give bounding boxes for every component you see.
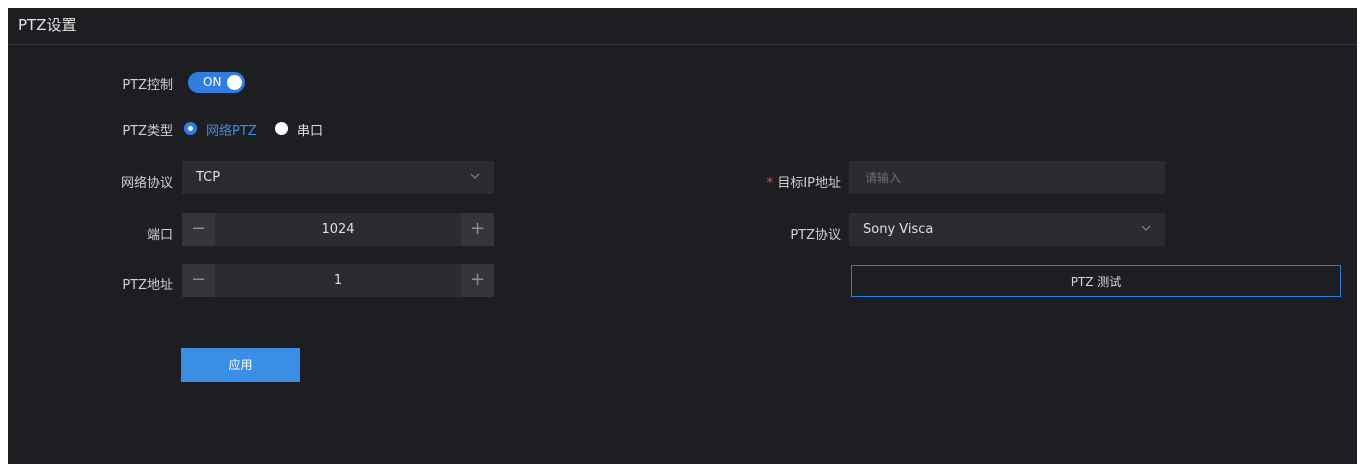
chevron-down-icon bbox=[1141, 225, 1151, 231]
ptz-protocol-label: PTZ协议 bbox=[790, 228, 841, 243]
target-ip-field[interactable] bbox=[849, 161, 1165, 194]
ptz-type-label: PTZ类型 bbox=[122, 124, 173, 139]
required-mark: * bbox=[766, 176, 774, 191]
ptz-address-increment-button[interactable]: + bbox=[461, 264, 494, 297]
radio-network-ptz[interactable] bbox=[184, 122, 197, 135]
radio-network-ptz-label[interactable]: 网络PTZ bbox=[206, 120, 257, 139]
apply-button[interactable]: 应用 bbox=[181, 348, 300, 382]
ptz-protocol-select[interactable]: Sony Visca bbox=[849, 213, 1165, 246]
network-protocol-value: TCP bbox=[196, 170, 221, 185]
ptz-control-toggle[interactable]: ON bbox=[188, 72, 245, 93]
network-protocol-label: 网络协议 bbox=[120, 176, 173, 191]
ptz-address-decrement-button[interactable]: − bbox=[182, 264, 215, 297]
port-label: 端口 bbox=[146, 228, 173, 243]
ptz-settings-panel: PTZ设置 PTZ控制 ON PTZ类型 网络PTZ 串口 网络协议 TCP 端… bbox=[8, 8, 1357, 464]
panel-title: PTZ设置 bbox=[18, 16, 77, 34]
target-ip-input[interactable] bbox=[849, 161, 1165, 194]
network-protocol-select[interactable]: TCP bbox=[182, 161, 494, 194]
port-increment-button[interactable]: + bbox=[461, 213, 494, 246]
chevron-down-icon bbox=[470, 173, 480, 179]
toggle-state-text: ON bbox=[203, 75, 222, 89]
target-ip-label: * 目标IP地址 bbox=[676, 172, 841, 191]
ptz-address-value[interactable]: 1 bbox=[215, 273, 461, 288]
port-decrement-button[interactable]: − bbox=[182, 213, 215, 246]
ptz-control-label: PTZ控制 bbox=[122, 78, 173, 93]
radio-serial-label[interactable]: 串口 bbox=[297, 120, 323, 139]
ptz-protocol-value: Sony Visca bbox=[863, 222, 934, 237]
toggle-knob bbox=[227, 75, 242, 90]
port-value[interactable]: 1024 bbox=[215, 222, 461, 237]
title-divider bbox=[8, 44, 1357, 45]
ptz-test-button[interactable]: PTZ 测试 bbox=[851, 265, 1341, 297]
ptz-address-label: PTZ地址 bbox=[122, 278, 173, 293]
target-ip-label-text: 目标IP地址 bbox=[777, 176, 841, 191]
ptz-address-stepper[interactable]: − 1 + bbox=[182, 264, 494, 297]
port-stepper[interactable]: − 1024 + bbox=[182, 213, 494, 246]
radio-serial[interactable] bbox=[275, 122, 288, 135]
